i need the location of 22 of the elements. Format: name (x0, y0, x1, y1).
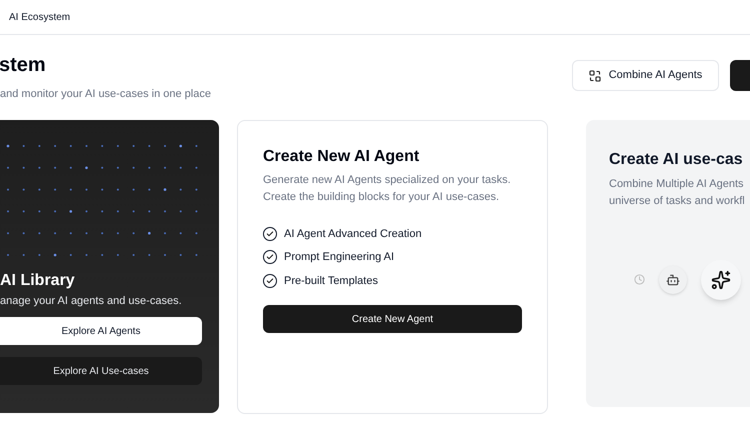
create-agent-button[interactable]: Create New Agent (263, 305, 522, 333)
app-title: AI Ecosystem (9, 10, 70, 24)
feature-label: Pre-built Templates (284, 274, 378, 288)
combine-icon (588, 70, 601, 82)
page-title: stem (0, 53, 47, 78)
feature-label: Prompt Engineering AI (284, 250, 394, 265)
clock-icon (634, 274, 645, 285)
robot-icon (666, 272, 680, 286)
card-description: Combine Multiple AI Agents (609, 176, 745, 192)
explore-button[interactable]: Explore AI Use-cases (0, 357, 202, 385)
card-title: Create New AI Agent (263, 146, 420, 166)
explore-button[interactable]: Explore AI Agents (0, 317, 202, 345)
card-description: universe of tasks and workfl (609, 194, 746, 208)
page-subtitle: and monitor your AI use-cases in one place (0, 87, 211, 102)
action-button[interactable] (730, 60, 750, 91)
card-description: Generate new AI Agents specialized on your tasks. Create the building blocks for your AI use-cases. (263, 172, 512, 204)
card-title: AI Library (0, 270, 76, 290)
card-description: anage your AI agents and use-cases. (0, 294, 183, 308)
card-title: Create AI use-cas (609, 150, 744, 170)
feature-label: AI Agent Advanced Creation (284, 226, 422, 242)
combine-button[interactable]: Combine AI Agents (572, 60, 719, 91)
sparkles-icon (711, 270, 731, 290)
